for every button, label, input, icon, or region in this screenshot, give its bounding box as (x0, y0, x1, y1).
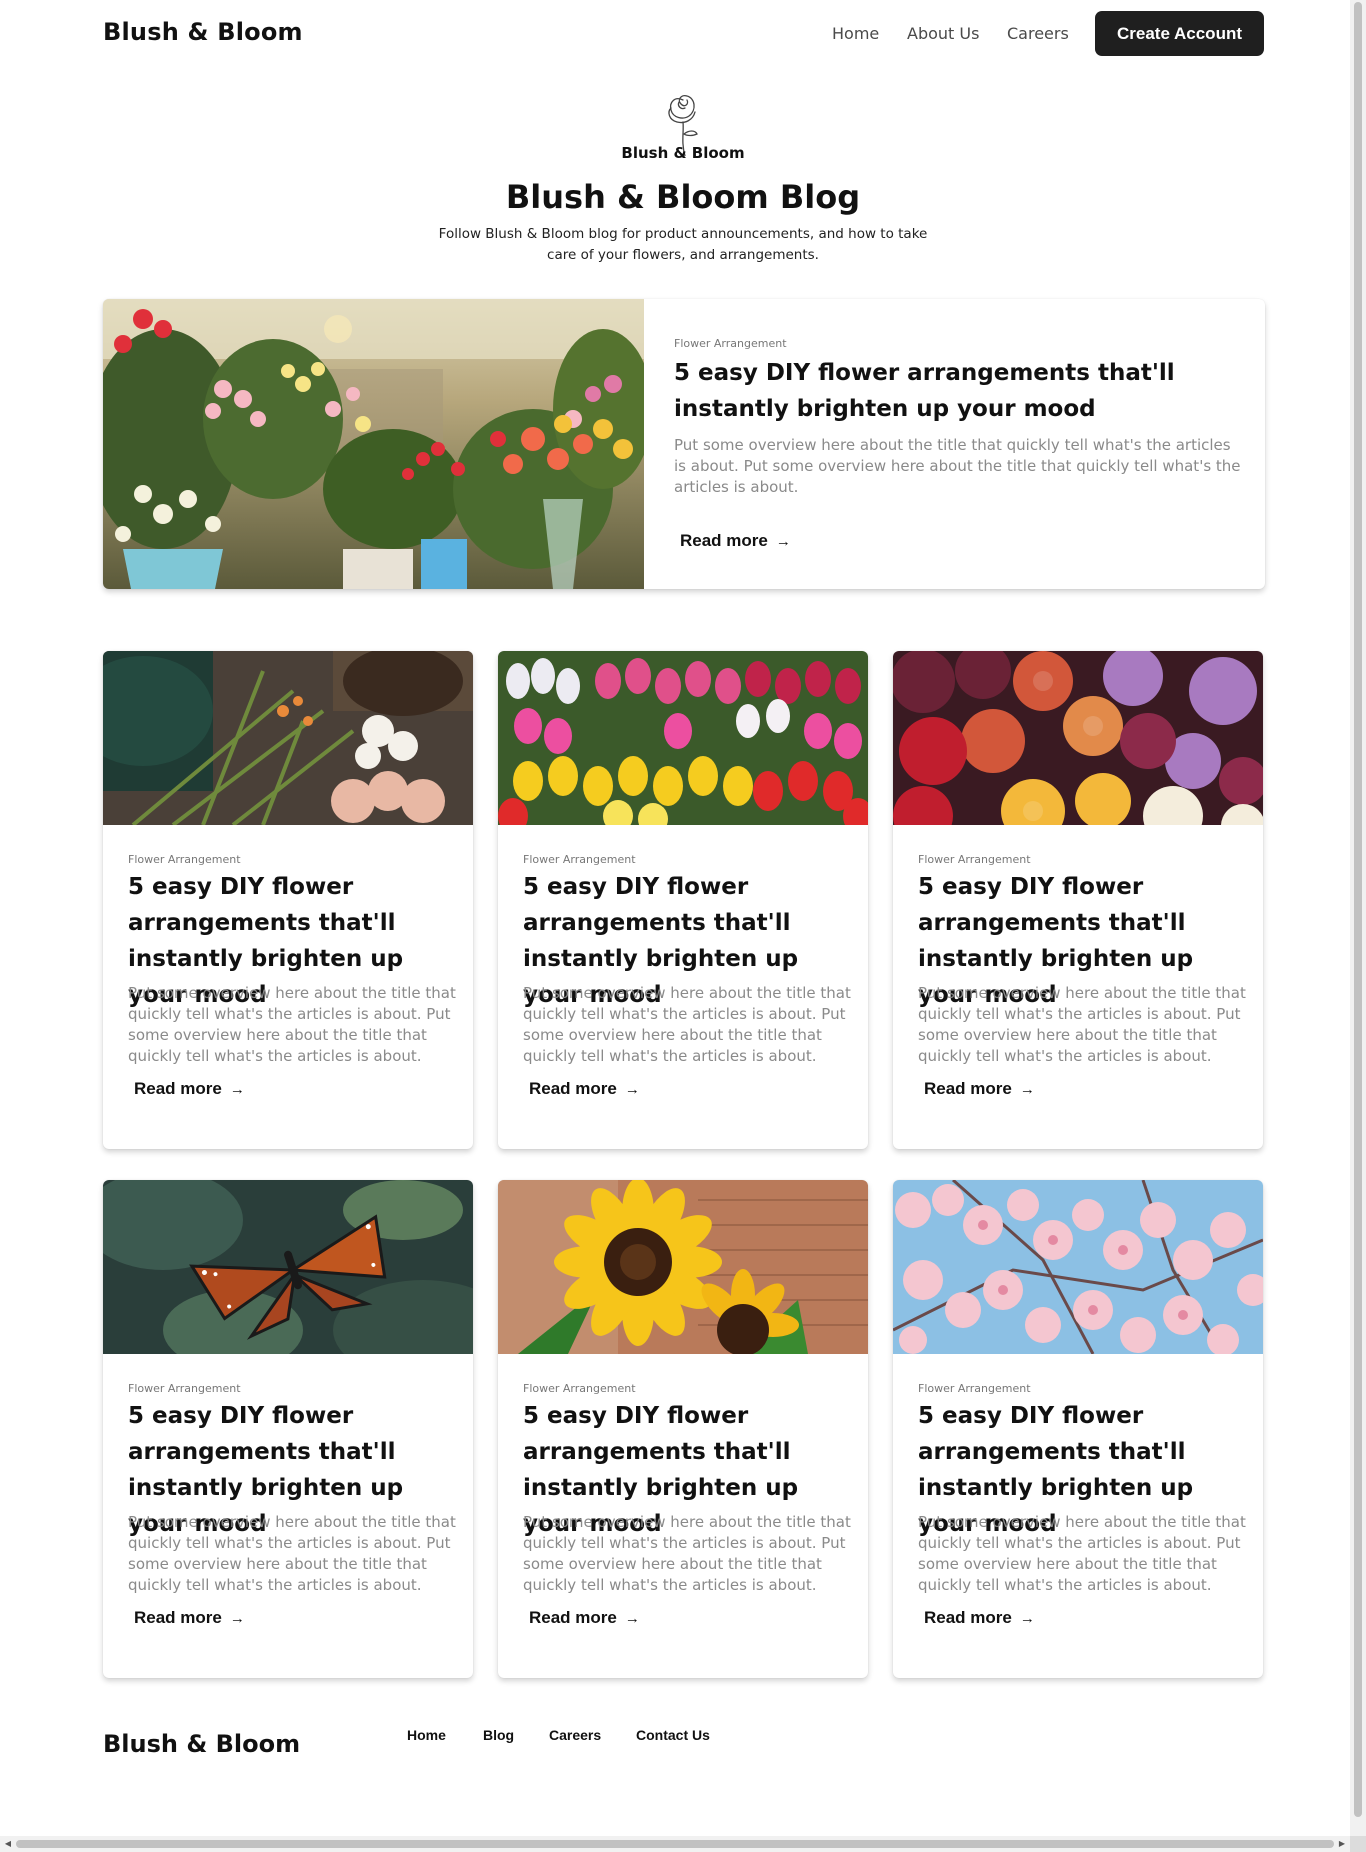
post-card[interactable]: Flower Arrangement 5 easy DIY flower arr… (103, 1180, 473, 1678)
post-image (893, 651, 1263, 825)
nav-careers[interactable]: Careers (1007, 24, 1069, 43)
post-category: Flower Arrangement (523, 853, 636, 866)
read-more-link[interactable]: Read more → (134, 1608, 245, 1628)
page-title: Blush & Bloom Blog (505, 178, 861, 216)
post-excerpt: Put some overview here about the title t… (523, 1513, 851, 1594)
post-image (103, 651, 473, 825)
horizontal-scrollbar[interactable]: ◀ ▶ (0, 1836, 1350, 1852)
post-category: Flower Arrangement (523, 1382, 636, 1395)
read-more-label: Read more (529, 1608, 617, 1627)
arrow-right-icon: → (775, 533, 791, 550)
footer-nav-blog[interactable]: Blog (483, 1727, 514, 1743)
arrow-right-icon: → (229, 1081, 245, 1098)
post-category: Flower Arrangement (918, 853, 1031, 866)
post-card[interactable]: Flower Arrangement 5 easy DIY flower arr… (893, 1180, 1263, 1678)
read-more-link[interactable]: Read more → (529, 1608, 640, 1628)
read-more-label: Read more (924, 1608, 1012, 1627)
post-card[interactable]: Flower Arrangement 5 easy DIY flower arr… (498, 651, 868, 1149)
scrollbar-corner (1350, 1836, 1366, 1852)
arrow-right-icon: → (229, 1610, 245, 1627)
nav-about-us[interactable]: About Us (907, 24, 979, 43)
vertical-scrollbar-thumb[interactable] (1354, 2, 1362, 1817)
vertical-scrollbar[interactable] (1350, 0, 1366, 1836)
post-category: Flower Arrangement (918, 1382, 1031, 1395)
read-more-label: Read more (134, 1608, 222, 1627)
post-card[interactable]: Flower Arrangement 5 easy DIY flower arr… (103, 651, 473, 1149)
read-more-label: Read more (924, 1079, 1012, 1098)
page: Blush & Bloom Home About Us Careers Crea… (0, 0, 1350, 1836)
post-image (893, 1180, 1263, 1354)
create-account-button[interactable]: Create Account (1095, 11, 1264, 56)
featured-post-card[interactable]: Flower Arrangement 5 easy DIY flower arr… (103, 299, 1265, 589)
hero-logo: Blush & Bloom (610, 86, 756, 166)
footer-nav-home[interactable]: Home (407, 1727, 446, 1743)
read-more-link[interactable]: Read more → (529, 1079, 640, 1099)
post-image (103, 1180, 473, 1354)
featured-post-category: Flower Arrangement (674, 337, 787, 350)
featured-post-image (103, 299, 644, 589)
footer-brand[interactable]: Blush & Bloom (103, 1730, 300, 1758)
featured-post-title[interactable]: 5 easy DIY flower arrangements that'll i… (674, 355, 1234, 427)
post-image (498, 651, 868, 825)
arrow-right-icon: → (624, 1081, 640, 1098)
scroll-right-icon[interactable]: ▶ (1334, 1836, 1350, 1852)
hero-logo-text: Blush & Bloom (621, 144, 745, 162)
post-category: Flower Arrangement (128, 1382, 241, 1395)
post-card[interactable]: Flower Arrangement 5 easy DIY flower arr… (498, 1180, 868, 1678)
featured-read-more-link[interactable]: Read more → (680, 531, 791, 551)
post-excerpt: Put some overview here about the title t… (128, 984, 456, 1065)
horizontal-scrollbar-thumb[interactable] (16, 1840, 1334, 1848)
featured-post-excerpt: Put some overview here about the title t… (674, 436, 1241, 496)
footer-nav-contact-us[interactable]: Contact Us (636, 1727, 710, 1743)
arrow-right-icon: → (1019, 1610, 1035, 1627)
post-excerpt: Put some overview here about the title t… (523, 984, 851, 1065)
footer-nav-careers[interactable]: Careers (549, 1727, 601, 1743)
post-card[interactable]: Flower Arrangement 5 easy DIY flower arr… (893, 651, 1263, 1149)
post-excerpt: Put some overview here about the title t… (128, 1513, 456, 1594)
arrow-right-icon: → (1019, 1081, 1035, 1098)
read-more-label: Read more (529, 1079, 617, 1098)
post-image (498, 1180, 868, 1354)
post-excerpt: Put some overview here about the title t… (918, 984, 1246, 1065)
read-more-link[interactable]: Read more → (924, 1079, 1035, 1099)
page-subtitle: Follow Blush & Bloom blog for product an… (438, 226, 928, 263)
read-more-link[interactable]: Read more → (924, 1608, 1035, 1628)
scroll-left-icon[interactable]: ◀ (0, 1836, 16, 1852)
read-more-label: Read more (134, 1079, 222, 1098)
post-category: Flower Arrangement (128, 853, 241, 866)
read-more-link[interactable]: Read more → (134, 1079, 245, 1099)
post-excerpt: Put some overview here about the title t… (918, 1513, 1246, 1594)
arrow-right-icon: → (624, 1610, 640, 1627)
read-more-label: Read more (680, 531, 768, 550)
nav-home[interactable]: Home (832, 24, 879, 43)
brand-logo-text[interactable]: Blush & Bloom (103, 18, 303, 46)
